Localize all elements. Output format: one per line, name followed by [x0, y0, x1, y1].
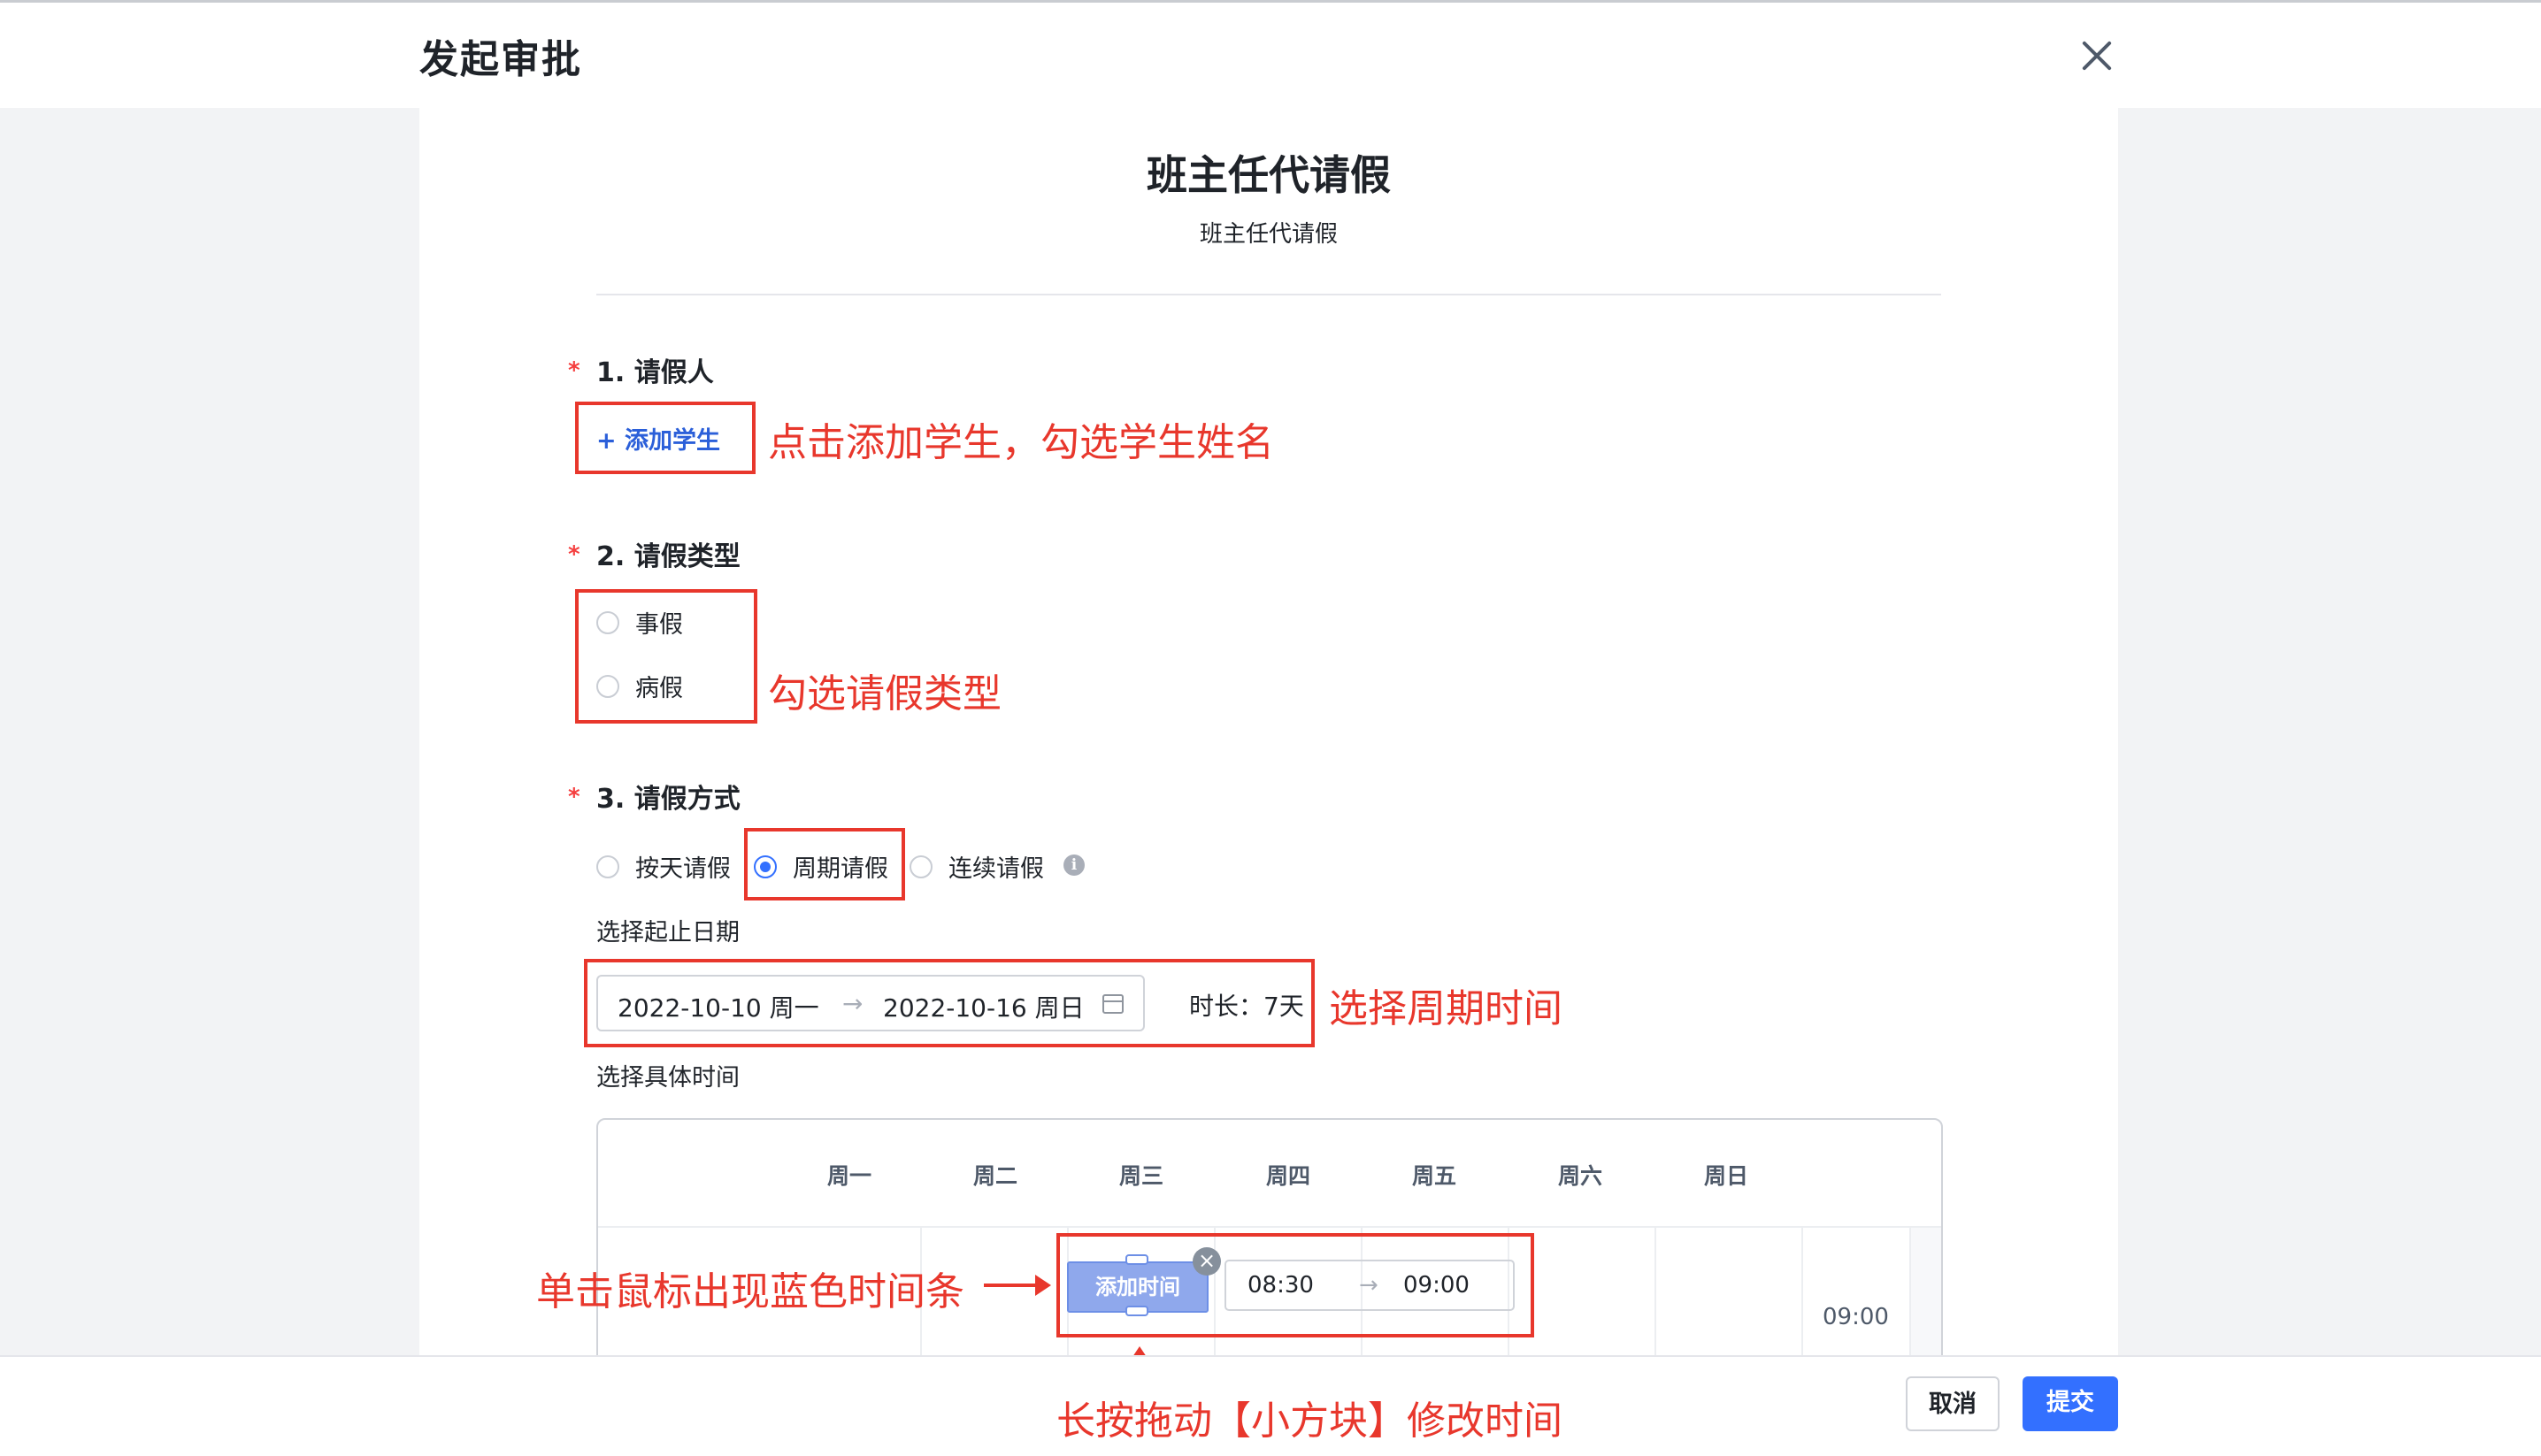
- radio-label: 病假: [635, 675, 683, 702]
- radio-circle-selected[interactable]: [754, 854, 777, 878]
- info-icon[interactable]: i: [1063, 854, 1085, 876]
- day-header-wed: 周三: [1118, 1163, 1164, 1189]
- add-student-button[interactable]: + 添加学生: [596, 421, 720, 456]
- time-block-top-handle[interactable]: [1125, 1254, 1148, 1265]
- time-range-input[interactable]: 08:30 → 09:00: [1224, 1260, 1515, 1311]
- question-3-label: 3. 请假方式: [596, 784, 741, 815]
- radio-periodic[interactable]: 周期请假: [754, 849, 888, 884]
- time-end[interactable]: 09:00: [1403, 1272, 1470, 1299]
- date-range-picker[interactable]: 2022-10-10 周一 → 2022-10-16 周日: [596, 975, 1145, 1031]
- range-arrow-icon: →: [1359, 1272, 1378, 1299]
- annotation-leave-type: 勾选请假类型: [768, 671, 1002, 717]
- cancel-button[interactable]: 取消: [1906, 1376, 2000, 1431]
- title-divider: [596, 294, 1941, 295]
- radio-label: 周期请假: [793, 855, 888, 883]
- radio-label: 事假: [635, 611, 683, 639]
- radio-circle[interactable]: [596, 610, 619, 634]
- end-date[interactable]: 2022-10-16 周日: [883, 989, 1085, 1024]
- duration-text: 时长：7天: [1189, 992, 1304, 1021]
- time-start[interactable]: 08:30: [1247, 1272, 1314, 1299]
- dialog-title: 发起审批: [419, 37, 582, 82]
- range-arrow-icon: →: [842, 989, 864, 1018]
- annotation-date-range: 选择周期时间: [1329, 986, 1562, 1031]
- submit-button[interactable]: 提交: [2023, 1376, 2118, 1431]
- day-header-sun: 周日: [1703, 1163, 1749, 1189]
- close-icon[interactable]: [2076, 34, 2118, 77]
- time-select-label: 选择具体时间: [596, 1064, 740, 1092]
- radio-circle[interactable]: [596, 854, 619, 878]
- radio-circle[interactable]: [910, 854, 933, 878]
- remove-time-icon[interactable]: ×: [1193, 1247, 1221, 1276]
- date-range-label: 选择起止日期: [596, 919, 740, 946]
- day-header-thu: 周四: [1265, 1163, 1311, 1189]
- form-subtitle: 班主任代请假: [1199, 221, 1338, 248]
- radio-by-day[interactable]: 按天请假: [596, 849, 731, 884]
- radio-continuous[interactable]: 连续请假: [910, 849, 1044, 884]
- annotation-click-bar: 单击鼠标出现蓝色时间条: [536, 1269, 964, 1314]
- annotation-arrow-right: [984, 1284, 1037, 1287]
- radio-label: 连续请假: [948, 855, 1044, 883]
- question-2-label: 2. 请假类型: [596, 541, 741, 572]
- question-1-label: 1. 请假人: [596, 357, 714, 388]
- calendar-icon[interactable]: [1102, 994, 1124, 1014]
- required-marker: *: [568, 541, 580, 568]
- time-block-bottom-handle[interactable]: [1125, 1306, 1148, 1316]
- day-header-fri: 周五: [1411, 1163, 1457, 1189]
- day-header-sat: 周六: [1557, 1163, 1603, 1189]
- required-marker: *: [568, 784, 580, 810]
- day-header-mon: 周一: [826, 1163, 872, 1189]
- dialog-header: 发起审批: [0, 0, 2541, 108]
- radio-label: 按天请假: [635, 855, 731, 883]
- form-title: 班主任代请假: [1147, 151, 1391, 199]
- annotation-add-student: 点击添加学生，勾选学生姓名: [768, 420, 1274, 465]
- row-time-label: 09:00: [1823, 1304, 1889, 1330]
- start-date[interactable]: 2022-10-10 周一: [618, 989, 819, 1024]
- arrow-head-icon: [1035, 1275, 1051, 1296]
- radio-personal-leave[interactable]: 事假: [596, 605, 683, 640]
- radio-sick-leave[interactable]: 病假: [596, 669, 683, 703]
- required-marker: *: [568, 357, 580, 384]
- annotation-drag-handle: 长按拖动【小方块】修改时间: [1056, 1399, 1562, 1444]
- day-header-tue: 周二: [972, 1163, 1018, 1189]
- grid-header-divider: [598, 1226, 1941, 1228]
- radio-circle[interactable]: [596, 674, 619, 698]
